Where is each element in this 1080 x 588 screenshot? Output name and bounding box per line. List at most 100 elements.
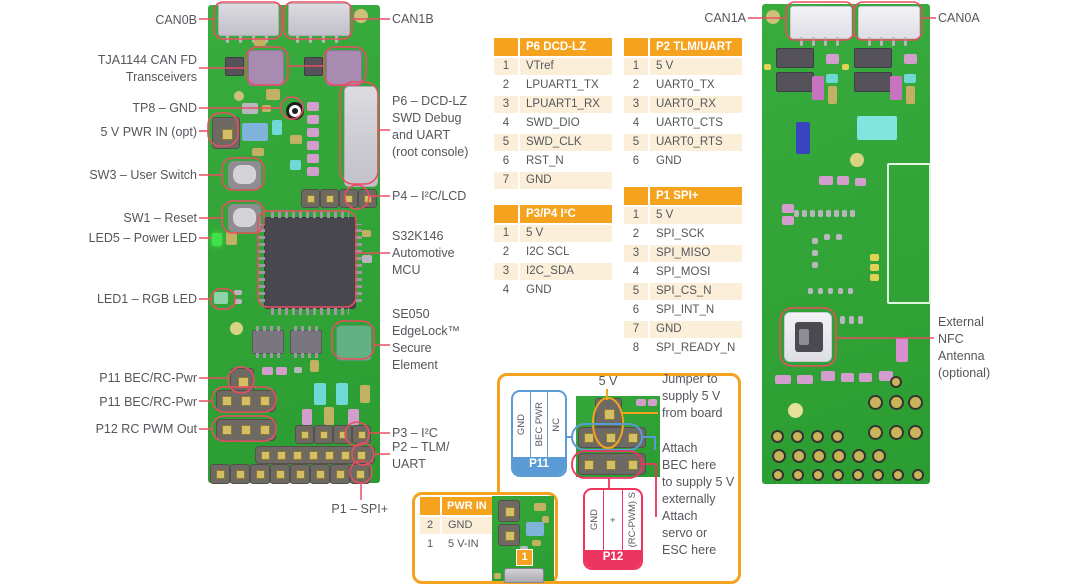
tantalum-capacitor xyxy=(796,122,810,154)
pin-number: 5 xyxy=(494,134,518,151)
pin-number: 4 xyxy=(494,115,518,132)
p4-pin xyxy=(320,189,339,208)
pin-row: 4SWD_DIO xyxy=(494,115,612,132)
pin-number: 3 xyxy=(494,96,518,113)
smd-pad xyxy=(234,299,242,304)
smd-pad xyxy=(808,288,813,294)
rotated-pin-label: GND xyxy=(513,392,531,457)
pin-row: 1VTref xyxy=(494,58,612,75)
pin-row: 3SPI_MISO xyxy=(624,245,742,262)
pin-table-header: P3/P4 I²C xyxy=(494,205,612,223)
pin-row: 2LPUART1_TX xyxy=(494,77,612,94)
pin-number: 2 xyxy=(624,77,648,94)
rotated-pin-label: GND xyxy=(585,490,604,550)
smd-pad xyxy=(764,64,771,70)
pin-number: 1 xyxy=(494,58,518,75)
p1-pin xyxy=(350,464,370,484)
smd-pad xyxy=(826,74,838,83)
soic-chip xyxy=(252,330,284,354)
sw1-reset-switch xyxy=(228,204,261,232)
smd-pad xyxy=(362,255,372,263)
pin-signal: 5 V xyxy=(650,58,742,75)
five-v-label: 5 V xyxy=(591,373,625,390)
note-jumper-supply: Jumper to supply 5 V from board xyxy=(662,371,738,422)
pin-number: 3 xyxy=(624,245,648,262)
pin-signal: RST_N xyxy=(520,153,612,170)
pin-number: 2 xyxy=(624,226,648,243)
pin-signal: UART0_RTS xyxy=(650,134,742,151)
pin-row: 4GND xyxy=(494,282,612,299)
pin-row: 2I2C SCL xyxy=(494,244,612,261)
soic-chip xyxy=(290,330,322,354)
smd-pad xyxy=(336,383,348,405)
pwr-in-board-snippet: 1 xyxy=(492,496,554,581)
pin-row: 3LPUART1_RX xyxy=(494,96,612,113)
pin-number: 5 xyxy=(624,134,648,151)
smd-pad xyxy=(310,360,319,372)
smd-pad xyxy=(307,128,319,137)
fiducial-dot xyxy=(230,322,243,335)
note-attach-bec: Attach BEC here to supply 5 V externally xyxy=(662,440,738,508)
callout-p6-debug: P6 – DCD-LZ SWD Debug and UART (root con… xyxy=(392,93,492,161)
smd-pad xyxy=(362,230,371,237)
connector-pin xyxy=(892,37,895,46)
note-attach-servo: Attach servo or ESC here xyxy=(662,508,738,559)
smd-pad xyxy=(262,367,273,375)
through-hole-pad xyxy=(792,469,804,481)
smd-pad xyxy=(870,264,879,271)
p11-pinout-card: GNDBEC PWRNC P11 xyxy=(511,390,567,477)
pin-signal: SWD_CLK xyxy=(520,134,612,151)
smd-pad xyxy=(360,385,370,403)
p11-row-pins xyxy=(578,427,646,448)
pin-row: 4SPI_MOSI xyxy=(624,264,742,281)
pin-table-p6: P6 DCD-LZ 1VTref2LPUART1_TX3LPUART1_RX4S… xyxy=(494,38,612,191)
fiducial-dot xyxy=(788,403,803,418)
pin-number: 6 xyxy=(624,302,648,319)
pin-row: 2SPI_SCK xyxy=(624,226,742,243)
smd-chip xyxy=(854,48,892,68)
smd-pad xyxy=(818,288,823,294)
callout-led5: LED5 – Power LED xyxy=(40,230,197,247)
pin-row: 5UART0_RTS xyxy=(624,134,742,151)
connector-pin xyxy=(836,37,839,46)
pin-number: 3 xyxy=(624,96,648,113)
p1-pin xyxy=(330,464,350,484)
pin-number: 6 xyxy=(494,153,518,170)
sot-transistor xyxy=(225,57,244,76)
can-transceiver-chip xyxy=(248,50,284,86)
connector-pin xyxy=(322,34,325,43)
pin-row: 6SPI_INT_N xyxy=(624,302,742,319)
pin-row: 15 V xyxy=(624,207,742,224)
nfc-antenna-outline xyxy=(887,163,931,304)
callout-p2: P2 – TLM/ UART xyxy=(392,439,492,473)
p3-pin xyxy=(314,425,333,444)
p3-pin xyxy=(352,425,371,444)
sw3-user-switch xyxy=(228,161,261,189)
callout-can0b: CAN0B xyxy=(40,12,197,29)
pwr-in-title: PWR IN xyxy=(442,497,498,515)
through-hole-pad xyxy=(772,449,786,463)
callout-tja1144: TJA1144 CAN FD Transceivers xyxy=(40,52,197,86)
smd-pad xyxy=(841,373,854,382)
callout-p12: P12 RC PWM Out xyxy=(40,421,197,438)
pin-number: 3 xyxy=(494,263,518,280)
smd-pad xyxy=(494,573,501,579)
pin-signal: 5 V xyxy=(650,207,742,224)
smd-pad xyxy=(290,160,301,170)
through-hole-pad xyxy=(812,469,824,481)
pin-row: 8SPI_READY_N xyxy=(624,340,742,357)
p11-header xyxy=(216,390,276,412)
smd-pad xyxy=(812,250,818,256)
pin-number: 6 xyxy=(624,153,648,170)
pin-signal: I2C SCL xyxy=(520,244,612,261)
smd-pad xyxy=(896,338,908,362)
callout-5v-pwr-in: 5 V PWR IN (opt) xyxy=(40,124,197,141)
pin-table-header: PWR IN xyxy=(420,497,498,515)
smd-pad xyxy=(840,316,845,324)
callout-p4: P4 – I²C/LCD xyxy=(392,188,492,205)
connector-pin xyxy=(824,37,827,46)
smd-chip xyxy=(776,48,814,68)
smd-pad xyxy=(252,148,264,156)
pin-signal: GND xyxy=(520,172,612,189)
pin-number: 2 xyxy=(420,517,440,534)
